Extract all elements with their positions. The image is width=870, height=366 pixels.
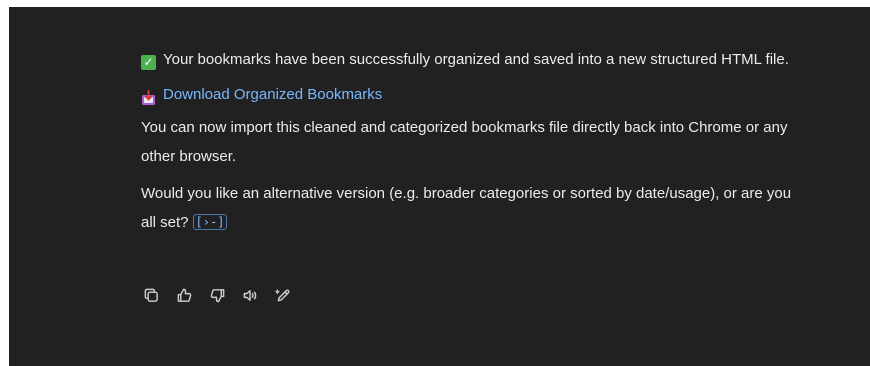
question-text: Would you like an alternative version (e… [141,185,792,231]
thumbs-down-icon [210,288,224,302]
good-response-button[interactable] [173,284,195,306]
thumbs-up-icon [177,288,191,302]
download-organized-bookmarks-link[interactable]: Download Organized Bookmarks [163,80,382,109]
message-paragraph-import: You can now import this cleaned and cate… [141,119,788,165]
read-aloud-icon [243,289,256,301]
assistant-message: ✓ Your bookmarks have been successfully o… [141,45,801,245]
message-paragraph-success: ✓ Your bookmarks have been successfully o… [141,45,801,74]
edit-in-canvas-button[interactable] [272,284,294,306]
check-mark-icon: ✓ [141,55,156,70]
package-icon [141,87,156,105]
copy-icon [144,288,158,302]
source-citation-icon[interactable]: [›-] [192,214,228,230]
bad-response-button[interactable] [206,284,228,306]
message-paragraph-question: Would you like an alternative version (e… [141,179,801,237]
download-row: Download Organized Bookmarks [141,80,801,109]
message-actions [140,284,294,306]
read-aloud-button[interactable] [239,284,261,306]
success-text: Your bookmarks have been successfully or… [163,51,789,68]
edit-icon [274,288,290,301]
copy-button[interactable] [140,284,162,306]
chat-panel: ✓ Your bookmarks have been successfully o… [9,7,870,366]
